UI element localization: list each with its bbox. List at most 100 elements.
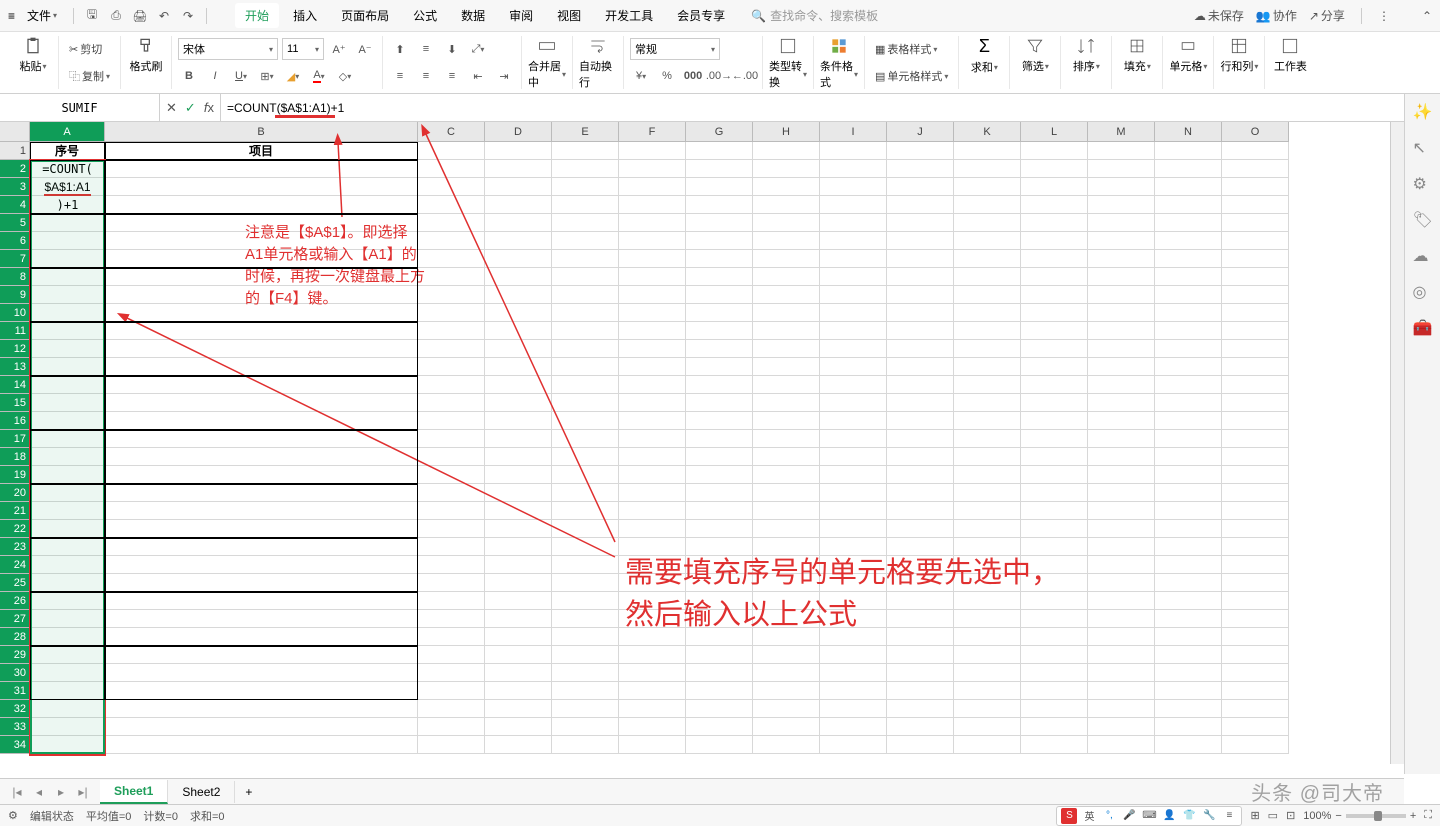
cell-J34[interactable] [887, 736, 954, 754]
cell-N22[interactable] [1155, 520, 1222, 538]
more-icon[interactable]: ⋮ [1378, 9, 1390, 23]
cell-E15[interactable] [552, 394, 619, 412]
cell-N25[interactable] [1155, 574, 1222, 592]
cell-M7[interactable] [1088, 250, 1155, 268]
cell-D16[interactable] [485, 412, 552, 430]
cell-C33[interactable] [418, 718, 485, 736]
row-header-32[interactable]: 32 [0, 700, 30, 718]
cell-I21[interactable] [820, 502, 887, 520]
cell-I24[interactable] [820, 556, 887, 574]
row-header-16[interactable]: 16 [0, 412, 30, 430]
cell-E34[interactable] [552, 736, 619, 754]
cell-N29[interactable] [1155, 646, 1222, 664]
cell-D14[interactable] [485, 376, 552, 394]
cell-K33[interactable] [954, 718, 1021, 736]
cell-I3[interactable] [820, 178, 887, 196]
cell-J24[interactable] [887, 556, 954, 574]
cell-D8[interactable] [485, 268, 552, 286]
cell-A9[interactable] [30, 286, 105, 304]
cell-D11[interactable] [485, 322, 552, 340]
cell-G5[interactable] [686, 214, 753, 232]
cell-D3[interactable] [485, 178, 552, 196]
cell-M16[interactable] [1088, 412, 1155, 430]
cell-H3[interactable] [753, 178, 820, 196]
copy-button[interactable]: ⿻ 复制▾ [65, 65, 114, 87]
cell-E9[interactable] [552, 286, 619, 304]
cell-F5[interactable] [619, 214, 686, 232]
cell-G1[interactable] [686, 142, 753, 160]
print-icon[interactable]: 🖨 [130, 6, 150, 26]
cell-I7[interactable] [820, 250, 887, 268]
cell-G12[interactable] [686, 340, 753, 358]
cell-E33[interactable] [552, 718, 619, 736]
cell-C3[interactable] [418, 178, 485, 196]
cell-H29[interactable] [753, 646, 820, 664]
cell-I1[interactable] [820, 142, 887, 160]
cell-G14[interactable] [686, 376, 753, 394]
cell-I26[interactable] [820, 592, 887, 610]
ribbon-tab-4[interactable]: 数据 [451, 3, 495, 28]
cell-F7[interactable] [619, 250, 686, 268]
zoom-in-icon[interactable]: + [1410, 810, 1416, 822]
accept-formula-icon[interactable]: ✓ [185, 100, 196, 116]
cell-J18[interactable] [887, 448, 954, 466]
cell-C30[interactable] [418, 664, 485, 682]
cell-M19[interactable] [1088, 466, 1155, 484]
row-header-12[interactable]: 12 [0, 340, 30, 358]
cell-N23[interactable] [1155, 538, 1222, 556]
row-header-26[interactable]: 26 [0, 592, 30, 610]
cell-F9[interactable] [619, 286, 686, 304]
format-painter-button[interactable]: 格式刷 [127, 36, 165, 74]
cell-J15[interactable] [887, 394, 954, 412]
cell-E29[interactable] [552, 646, 619, 664]
row-headers[interactable]: 1234567891011121314151617181920212223242… [0, 142, 30, 754]
cell-C20[interactable] [418, 484, 485, 502]
cell-J19[interactable] [887, 466, 954, 484]
cell-N2[interactable] [1155, 160, 1222, 178]
cell-I32[interactable] [820, 700, 887, 718]
cell-J17[interactable] [887, 430, 954, 448]
row-header-7[interactable]: 7 [0, 250, 30, 268]
cell-O25[interactable] [1222, 574, 1289, 592]
cell-C25[interactable] [418, 574, 485, 592]
col-header-N[interactable]: N [1155, 122, 1222, 141]
cell-I19[interactable] [820, 466, 887, 484]
cell-M23[interactable] [1088, 538, 1155, 556]
font-size-select[interactable]: 11▾ [282, 38, 324, 60]
cell-G4[interactable] [686, 196, 753, 214]
col-header-D[interactable]: D [485, 122, 552, 141]
row-header-17[interactable]: 17 [0, 430, 30, 448]
cell-J10[interactable] [887, 304, 954, 322]
cell-C12[interactable] [418, 340, 485, 358]
cell-A17[interactable] [30, 430, 105, 448]
cell-M15[interactable] [1088, 394, 1155, 412]
cell-D9[interactable] [485, 286, 552, 304]
collab-button[interactable]: 👥 协作 [1256, 7, 1297, 24]
cell-E12[interactable] [552, 340, 619, 358]
ime-tool-icon[interactable]: 🔧 [1201, 808, 1217, 824]
cell-O34[interactable] [1222, 736, 1289, 754]
cell-L6[interactable] [1021, 232, 1088, 250]
col-header-I[interactable]: I [820, 122, 887, 141]
cell-K13[interactable] [954, 358, 1021, 376]
cell-H25[interactable] [753, 574, 820, 592]
cell-A26[interactable] [30, 592, 105, 610]
cell-D28[interactable] [485, 628, 552, 646]
ime-bar[interactable]: S 英 °, 🎤 ⌨ 👤 👕 🔧 ≡ [1056, 806, 1242, 826]
cell-B20[interactable] [105, 484, 418, 502]
cell-J30[interactable] [887, 664, 954, 682]
share-button[interactable]: ↗ 分享 [1309, 7, 1345, 24]
cell-M26[interactable] [1088, 592, 1155, 610]
cell-O22[interactable] [1222, 520, 1289, 538]
cell-O7[interactable] [1222, 250, 1289, 268]
clear-format-button[interactable]: ◇▾ [334, 65, 356, 87]
fullscreen-icon[interactable]: ⛶ [1424, 809, 1432, 822]
cell-F19[interactable] [619, 466, 686, 484]
fill-button[interactable]: 填充▾ [1118, 36, 1156, 74]
cell-K10[interactable] [954, 304, 1021, 322]
toolbox-icon[interactable]: 🧰 [1413, 318, 1433, 338]
cell-A1[interactable]: 序号 [30, 142, 105, 160]
cell-F12[interactable] [619, 340, 686, 358]
cell-F11[interactable] [619, 322, 686, 340]
col-header-M[interactable]: M [1088, 122, 1155, 141]
